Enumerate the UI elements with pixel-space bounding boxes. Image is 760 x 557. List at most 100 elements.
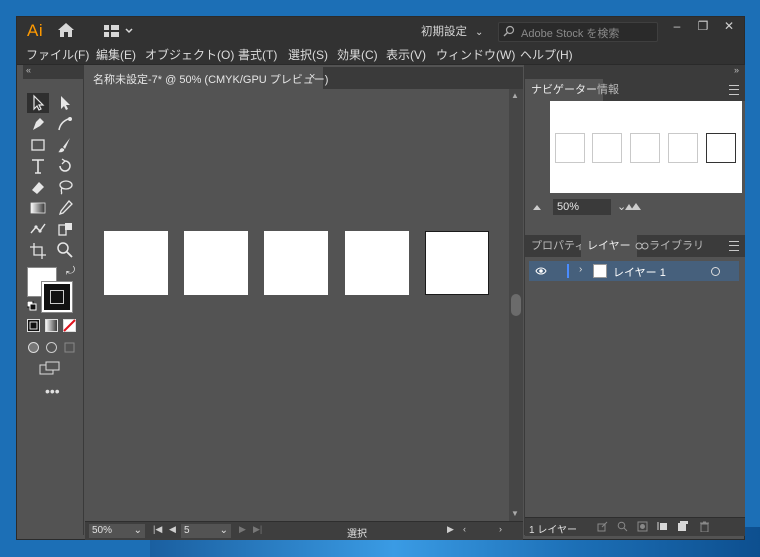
zoom-field[interactable]: 50% ⌄ (89, 524, 145, 538)
tab-info[interactable]: 情報 (591, 79, 625, 101)
workspace-switcher-icon[interactable] (104, 24, 136, 38)
dock-header[interactable]: » (525, 65, 745, 79)
artboard[interactable] (264, 231, 328, 295)
last-artboard-icon[interactable]: ▶| (253, 524, 262, 535)
maximize-button[interactable]: ❐ (690, 17, 716, 37)
artboard[interactable] (184, 231, 248, 295)
swap-fill-stroke-icon[interactable]: ⤾ (66, 265, 75, 278)
make-clipping-mask-icon[interactable] (637, 521, 648, 532)
zoom-in-icon[interactable] (625, 202, 641, 211)
navigator-zoom-field[interactable]: 50% (553, 199, 611, 215)
close-tab-icon[interactable]: × (309, 71, 315, 83)
chevron-down-icon: ⌄ (133, 525, 142, 536)
first-artboard-icon[interactable]: |◀ (153, 524, 162, 535)
panel-menu-icon[interactable] (729, 241, 739, 251)
workspace-preset-label: 初期設定 (421, 26, 467, 38)
gradient-tool-icon[interactable] (27, 198, 49, 218)
draw-inside-icon[interactable] (63, 341, 76, 354)
expand-layer-icon[interactable]: › (579, 264, 582, 275)
draw-normal-icon[interactable] (27, 341, 40, 354)
previous-artboard-icon[interactable]: ◀ (169, 524, 176, 535)
artboard-active[interactable] (425, 231, 489, 295)
artboard-number: 5 (184, 525, 190, 536)
collapse-icon[interactable]: « (26, 65, 31, 75)
rotate-tool-icon[interactable] (54, 156, 76, 176)
scroll-right-icon[interactable]: › (499, 524, 502, 534)
layer-row[interactable]: › レイヤー 1 (529, 261, 739, 281)
menu-edit[interactable]: 編集(E) (96, 46, 136, 63)
stroke-swatch[interactable] (42, 282, 72, 312)
navigator-preview[interactable] (550, 101, 742, 193)
expand-icon[interactable]: » (734, 65, 739, 75)
menu-window[interactable]: ウィンドウ(W) (436, 46, 515, 63)
menu-effect[interactable]: 効果(C) (337, 46, 378, 63)
status-menu-arrow-icon[interactable]: ▶ (447, 524, 454, 535)
target-icon[interactable] (711, 267, 720, 276)
scroll-up-icon[interactable]: ▲ (511, 91, 519, 100)
scroll-down-icon[interactable]: ▼ (511, 509, 519, 518)
default-colors-icon[interactable] (27, 301, 37, 311)
navigator-artboard (706, 133, 736, 163)
document-tab[interactable]: 名称未設定-7* @ 50% (CMYK/GPU プレビュー) × (85, 67, 328, 89)
eye-icon[interactable] (535, 265, 547, 277)
stock-search-input[interactable]: Adobe Stock を検索 (498, 22, 658, 42)
create-sublayer-icon[interactable] (657, 521, 668, 532)
color-mode-icon[interactable] (27, 319, 40, 332)
zoom-tool-icon[interactable] (54, 240, 76, 260)
locate-object-icon[interactable] (617, 521, 628, 532)
vertical-scrollbar[interactable]: ▲ ▼ (509, 89, 523, 521)
status-mode-label[interactable]: 選択 (347, 525, 367, 540)
create-new-layer-icon[interactable] (677, 521, 688, 532)
menu-view[interactable]: 表示(V) (386, 46, 426, 63)
curvature-tool-icon[interactable] (54, 114, 76, 134)
panel-menu-icon[interactable] (729, 85, 739, 95)
eyedropper-tool-icon[interactable] (54, 198, 76, 218)
screen-mode-icon[interactable] (39, 361, 61, 375)
symbol-sprayer-tool-icon[interactable] (54, 219, 76, 239)
type-tool-icon[interactable] (27, 156, 49, 176)
menu-bar: ファイル(F) 編集(E) オブジェクト(O) 書式(T) 選択(S) 効果(C… (17, 44, 744, 65)
minimize-button[interactable]: ‒ (664, 17, 690, 37)
draw-behind-icon[interactable] (45, 341, 58, 354)
selection-tool-icon[interactable] (27, 93, 49, 113)
menu-help[interactable]: ヘルプ(H) (520, 46, 573, 63)
menu-file[interactable]: ファイル(F) (26, 46, 89, 63)
paintbrush-tool-icon[interactable] (54, 135, 76, 155)
layers-list: › レイヤー 1 (525, 257, 745, 515)
menu-type[interactable]: 書式(T) (238, 46, 277, 63)
more-tools-icon[interactable]: ••• (45, 383, 60, 399)
workspace-preset-dropdown[interactable]: 初期設定 ⌄ (421, 23, 483, 39)
none-mode-icon[interactable] (63, 319, 76, 332)
layer-name[interactable]: レイヤー 1 (613, 264, 666, 280)
layers-footer: 1 レイヤー (525, 517, 745, 536)
zoom-out-icon[interactable] (532, 203, 542, 211)
export-icon[interactable] (597, 521, 608, 532)
trash-icon[interactable] (699, 521, 710, 532)
eraser-tool-icon[interactable] (27, 177, 49, 197)
gradient-mode-icon[interactable] (45, 319, 58, 332)
navigator-artboard (592, 133, 622, 163)
puppet-warp-tool-icon[interactable] (27, 219, 49, 239)
menu-select[interactable]: 選択(S) (288, 46, 328, 63)
direct-selection-tool-icon[interactable] (54, 93, 76, 113)
title-bar: Ai 初期設定 ⌄ Adobe Stock を検索 ‒ ❐ ✕ (17, 17, 744, 44)
stroke-swatch-inner (50, 290, 64, 304)
menu-object[interactable]: オブジェクト(O) (145, 46, 234, 63)
artboard[interactable] (104, 231, 168, 295)
canvas-area[interactable] (85, 89, 509, 521)
artboard-number-field[interactable]: 5 ⌄ (181, 524, 231, 538)
close-window-button[interactable]: ✕ (716, 17, 742, 37)
artboard-tool-icon[interactable] (27, 240, 49, 260)
tools-panel: « ⤾ ••• (23, 65, 84, 535)
scrollbar-thumb[interactable] (511, 294, 521, 316)
scroll-left-icon[interactable]: ‹ (463, 524, 466, 534)
next-artboard-icon[interactable]: ▶ (239, 524, 246, 535)
pen-tool-icon[interactable] (27, 114, 49, 134)
home-icon[interactable] (57, 22, 75, 38)
zoom-value: 50% (92, 525, 113, 536)
tools-panel-header[interactable]: « (23, 65, 83, 79)
artboard[interactable] (345, 231, 409, 295)
chevron-down-icon: ⌄ (219, 525, 228, 536)
rectangle-tool-icon[interactable] (27, 135, 49, 155)
lasso-tool-icon[interactable] (54, 177, 76, 197)
